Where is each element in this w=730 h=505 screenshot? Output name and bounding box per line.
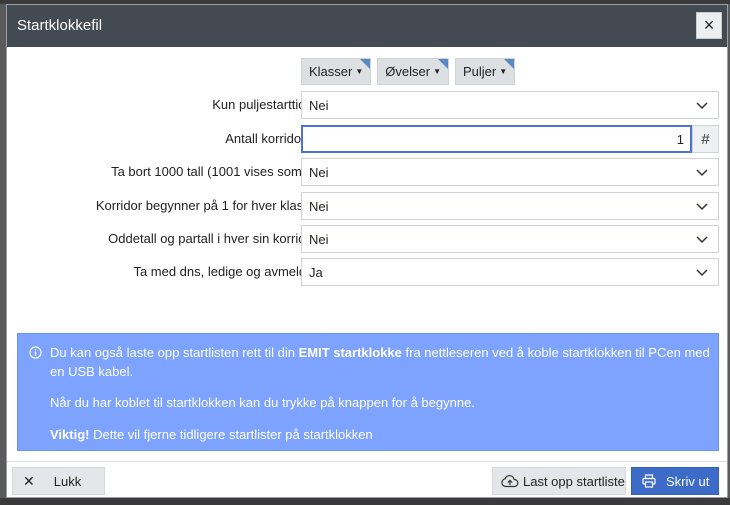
include-dns-label: Ta med dns, ledige og avmeldte: [133, 264, 317, 279]
printer-icon: [642, 474, 656, 488]
chevron-down-icon: [696, 102, 708, 110]
info-icon: [29, 346, 42, 359]
corridor-per-class-select[interactable]: Nei: [301, 192, 719, 220]
upload-startlist-label: Last opp startliste: [523, 473, 625, 489]
corner-marker-icon: [360, 59, 371, 69]
include-dns-select[interactable]: Ja: [301, 258, 719, 286]
upload-startlist-button[interactable]: Last opp startliste: [492, 467, 626, 495]
number-addon[interactable]: #: [692, 125, 719, 153]
remove-thousands-label: Ta bort 1000 tall (1001 vises som 1): [111, 164, 317, 179]
info-paragraph-button: Når du har koblet til startklokken kan d…: [50, 395, 475, 410]
filter-classes-label: Klasser: [309, 64, 353, 79]
chevron-down-icon: [696, 203, 708, 211]
close-dialog-button[interactable]: ✕ Lukk: [12, 467, 105, 495]
info-paragraph-warning: Viktig! Dette vil fjerne tidligere start…: [50, 425, 373, 444]
corridor-per-class-label: Korridor begynner på 1 for hver klasse: [95, 198, 317, 213]
info-alert: Du kan også laste opp startlisten rett t…: [17, 333, 719, 451]
filter-events[interactable]: Øvelser ▼: [377, 58, 449, 85]
close-icon: ✕: [23, 472, 35, 489]
dialog-footer: ✕ Lukk Last opp startliste Skriv ut: [7, 461, 727, 497]
print-label: Skriv ut: [666, 473, 710, 489]
odd-even-value: Nei: [309, 232, 329, 247]
chevron-down-icon: [696, 169, 708, 177]
close-icon: ×: [703, 15, 715, 35]
include-dns-value: Ja: [309, 265, 323, 280]
backdrop-bottom: [0, 498, 730, 505]
filter-pools[interactable]: Puljer ▼: [455, 58, 516, 85]
row-remove-thousands: Ta bort 1000 tall (1001 vises som 1) Nei: [7, 158, 727, 186]
pool-start-times-value: Nei: [309, 98, 329, 113]
info-text: Du kan også laste opp startlisten rett t…: [50, 345, 299, 360]
info-paragraph-usb: Du kan også laste opp startlisten rett t…: [50, 343, 714, 381]
row-corridor-per-class: Korridor begynner på 1 for hver klasse N…: [7, 192, 727, 220]
filter-classes[interactable]: Klasser ▼: [301, 58, 372, 85]
corridor-count-input[interactable]: [301, 125, 692, 153]
chevron-down-icon: [696, 236, 708, 244]
hash-icon: #: [701, 130, 710, 148]
startclock-dialog: Startklokkefil × Klasser ▼ Øvelser ▼ Pul…: [6, 4, 728, 498]
filter-events-label: Øvelser: [385, 64, 431, 79]
row-odd-even: Oddetall og partall i hver sin korridor …: [7, 225, 727, 253]
filter-pools-label: Puljer: [463, 64, 497, 79]
dialog-header: Startklokkefil ×: [7, 5, 727, 47]
remove-thousands-value: Nei: [309, 165, 329, 180]
row-corridor-count: Antall korridorer #: [7, 125, 727, 153]
odd-even-label: Oddetall og partall i hver sin korridor: [108, 231, 317, 246]
info-emphasis: EMIT startklokke: [298, 345, 402, 360]
cloud-upload-icon: [501, 475, 519, 488]
close-button[interactable]: ×: [696, 12, 722, 39]
row-include-dns: Ta med dns, ledige og avmeldte Ja: [7, 258, 727, 286]
print-button[interactable]: Skriv ut: [631, 467, 719, 495]
corridor-per-class-value: Nei: [309, 199, 329, 214]
corner-marker-icon: [438, 59, 448, 69]
row-pool-start-times: Kun puljestarttider Nei: [7, 91, 727, 119]
dialog-title: Startklokkefil: [17, 17, 103, 34]
chevron-down-icon: [696, 269, 708, 277]
close-dialog-label: Lukk: [53, 473, 82, 489]
remove-thousands-select[interactable]: Nei: [301, 158, 719, 186]
warning-text: Dette vil fjerne tidligere startlister p…: [89, 427, 373, 442]
pool-start-times-select[interactable]: Nei: [301, 91, 719, 119]
filter-chips: Klasser ▼ Øvelser ▼ Puljer ▼: [301, 58, 516, 85]
corner-marker-icon: [504, 59, 515, 69]
warning-label: Viktig!: [50, 427, 90, 442]
odd-even-select[interactable]: Nei: [301, 225, 719, 253]
